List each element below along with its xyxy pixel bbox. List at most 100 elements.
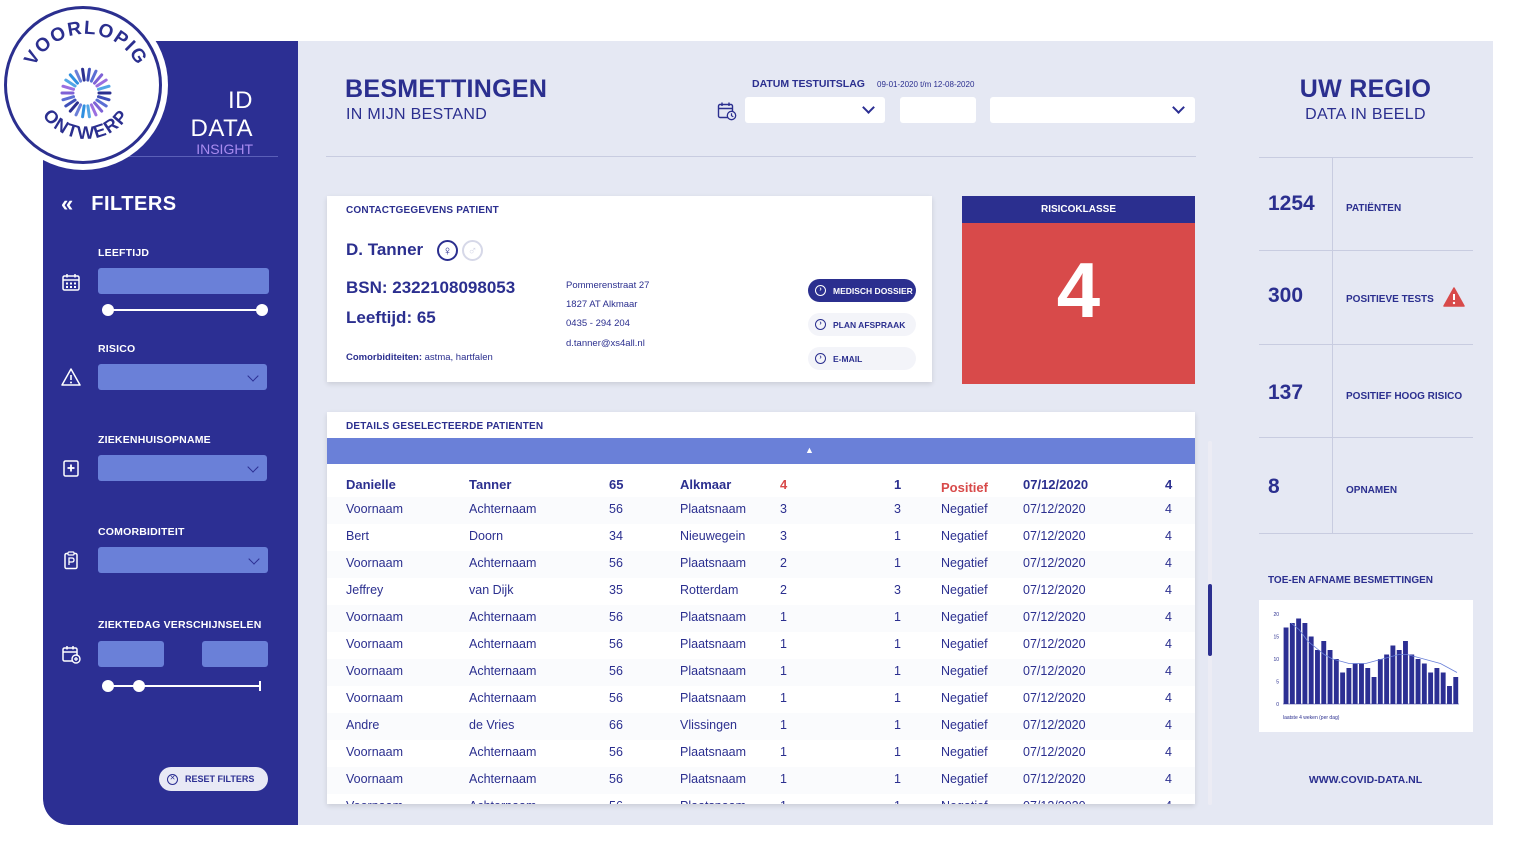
table-row[interactable]: Voornaam Achternaam 56 Plaatsnaam 1 1 Negatief… <box>327 686 1195 713</box>
risico-select[interactable] <box>98 364 267 390</box>
website-link[interactable]: WWW.COVID-DATA.NL <box>1238 774 1493 786</box>
warning-icon <box>61 368 81 386</box>
patient-email[interactable]: d.tanner@xs4all.nl <box>566 338 645 349</box>
cell-class: 4 <box>1165 745 1172 759</box>
patient-contact-card: CONTACTGEGEVENS PATIENT D. Tanner ♀ ♂ BS… <box>327 196 932 382</box>
cell-age: 56 <box>609 556 623 570</box>
ziekenhuisopname-select[interactable] <box>98 455 267 481</box>
filter-label-comorbiditeit: COMORBIDITEIT <box>98 526 185 538</box>
table-row[interactable]: Voornaam Achternaam 56 Plaatsnaam 1 1 Negatief… <box>327 767 1195 794</box>
cell-last-name: Tanner <box>469 477 512 492</box>
details-heading: DETAILS GESELECTEERDE PATIENTEN <box>346 421 544 432</box>
region-divider <box>1259 437 1473 438</box>
contact-card-heading: CONTACTGEGEVENS PATIENT <box>346 205 499 216</box>
cell-class: 4 <box>1165 799 1172 804</box>
region-divider <box>1259 344 1473 345</box>
table-scrollbar-thumb[interactable] <box>1208 584 1212 656</box>
chart-bar <box>1352 663 1358 704</box>
cell-class: 4 <box>1165 502 1172 516</box>
cell-age: 35 <box>609 583 623 597</box>
cell-count: 1 <box>894 745 901 759</box>
ziektedag-slider-max-handle[interactable] <box>133 680 145 692</box>
cell-risk: 1 <box>780 610 787 624</box>
table-row[interactable]: Voornaam Achternaam 56 Plaatsnaam 3 3 Negatief… <box>327 497 1195 524</box>
chart-bar <box>1390 645 1396 704</box>
ziektedag-slider-track[interactable] <box>102 680 261 692</box>
chart-bar <box>1289 623 1295 704</box>
table-row[interactable]: Voornaam Achternaam 56 Plaatsnaam 1 1 Negatief… <box>327 605 1195 632</box>
table-row[interactable]: Bert Doorn 34 Nieuwegein 3 1 Negatief 07/12/202… <box>327 524 1195 551</box>
cell-last-name: van Dijk <box>469 583 514 597</box>
hospital-icon <box>63 460 79 477</box>
cell-test-date: 07/12/2020 <box>1023 610 1086 624</box>
cell-test-result: Negatief <box>941 745 988 759</box>
cell-first-name: Voornaam <box>346 772 403 786</box>
cell-age: 56 <box>609 664 623 678</box>
table-row[interactable]: Jeffrey van Dijk 35 Rotterdam 2 3 Negatief 07/1… <box>327 578 1195 605</box>
cell-risk: 3 <box>780 502 787 516</box>
table-row[interactable]: Andre de Vries 66 Vlissingen 1 1 Negatief 07/12… <box>327 713 1195 740</box>
table-row[interactable]: Voornaam Achternaam 56 Plaatsnaam 1 1 Negatief… <box>327 740 1195 767</box>
leeftijd-slider-min-handle[interactable] <box>102 304 114 316</box>
table-sort-bar[interactable]: ▲ <box>327 438 1195 464</box>
filter-label-risico: RISICO <box>98 343 136 355</box>
chart-bar <box>1321 641 1327 704</box>
date-range-text: 09-01-2020 t/m 12-08-2020 <box>877 80 975 89</box>
leeftijd-slider-max-handle[interactable] <box>256 304 268 316</box>
comorbiditeit-select[interactable] <box>98 547 268 573</box>
email-button[interactable]: › E-MAIL <box>808 347 916 370</box>
cell-count: 1 <box>894 529 901 543</box>
cell-class: 4 <box>1165 529 1172 543</box>
burst-ray <box>89 69 98 83</box>
patient-name: D. Tanner <box>346 240 424 259</box>
leeftijd-input[interactable] <box>98 268 269 294</box>
reset-filters-button[interactable]: ✕ RESET FILTERS <box>159 767 268 791</box>
cell-test-result: Negatief <box>941 610 988 624</box>
cell-city: Plaatsnaam <box>680 556 747 570</box>
table-scrollbar[interactable] <box>1208 441 1212 805</box>
cell-test-date: 07/12/2020 <box>1023 745 1086 759</box>
cell-first-name: Danielle <box>346 477 396 492</box>
cell-class: 4 <box>1165 610 1172 624</box>
ziektedag-slider-min-handle[interactable] <box>102 680 114 692</box>
date-period-select[interactable] <box>990 97 1195 123</box>
cell-risk: 1 <box>780 799 787 804</box>
cell-city: Rotterdam <box>680 583 739 597</box>
cell-last-name: Achternaam <box>469 745 537 759</box>
cell-risk: 1 <box>780 691 787 705</box>
table-row[interactable]: Voornaam Achternaam 56 Plaatsnaam 2 1 Negatief… <box>327 551 1195 578</box>
female-icon: ♀ <box>437 240 458 261</box>
table-row[interactable]: Voornaam Achternaam 56 Plaatsnaam 1 1 Negatief… <box>327 659 1195 686</box>
burst-icon <box>60 67 112 119</box>
cell-class: 4 <box>1165 664 1172 678</box>
burst-ray <box>96 95 111 102</box>
chart-bar <box>1447 686 1452 704</box>
cell-test-date: 07/12/2020 <box>1023 637 1086 651</box>
table-row-selected[interactable]: Danielle Tanner 65 Alkmaar 4 1 Positief 07/12/2… <box>327 472 1195 499</box>
stat-hoog-risico-value: 137 <box>1268 381 1304 404</box>
ziektedag-to-input[interactable] <box>202 641 268 667</box>
ziektedag-from-input[interactable] <box>98 641 164 667</box>
plan-afspraak-label: PLAN AFSPRAAK <box>833 319 906 330</box>
burst-ray <box>74 103 83 117</box>
y-tick-label: 5 <box>1276 680 1279 686</box>
chart-bar <box>1308 636 1314 704</box>
cell-city: Plaatsnaam <box>680 502 747 516</box>
page-subtitle: IN MIJN BESTAND <box>346 106 488 123</box>
filter-label-leeftijd: LEEFTIJD <box>98 247 150 259</box>
calendar-clock-icon <box>717 102 737 121</box>
plan-afspraak-button[interactable]: › PLAN AFSPRAAK <box>808 313 916 336</box>
date-to-input[interactable] <box>900 97 976 123</box>
table-row[interactable]: Voornaam Achternaam 56 Plaatsnaam 1 1 Negatief… <box>327 632 1195 659</box>
medisch-dossier-button[interactable]: › MEDISCH DOSSIER <box>808 279 916 302</box>
cell-class: 4 <box>1165 477 1173 492</box>
leeftijd-slider-track[interactable] <box>102 304 268 316</box>
table-row[interactable]: Voornaam Achternaam 56 Plaatsnaam 1 1 Negatief… <box>327 794 1195 804</box>
cell-count: 1 <box>894 610 901 624</box>
collapse-chevrons-icon[interactable]: « <box>61 191 73 217</box>
cell-count: 1 <box>894 664 901 678</box>
cell-city: Plaatsnaam <box>680 664 747 678</box>
date-from-select[interactable] <box>745 97 885 123</box>
cell-risk: 1 <box>780 637 787 651</box>
dashboard: ID DATA INSIGHT « FILTERS LEEFTIJD RISIC… <box>43 41 1493 825</box>
